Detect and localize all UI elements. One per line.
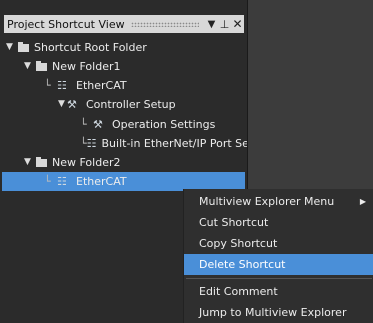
tree-node-folder2[interactable]: ▼ New Folder2 xyxy=(22,153,120,172)
menu-item-label: Multiview Explorer Menu xyxy=(199,195,335,208)
close-icon[interactable]: ✕ xyxy=(231,17,244,31)
tree-elbow: └ xyxy=(80,118,87,131)
menu-item-label: Jump to Multiview Explorer xyxy=(199,306,347,319)
tree-label: New Folder1 xyxy=(52,60,121,73)
drag-grip[interactable] xyxy=(130,21,199,27)
dropdown-arrow-icon[interactable]: ▼ xyxy=(205,19,218,30)
menu-item-jump-to-multiview-explorer[interactable]: Jump to Multiview Explorer xyxy=(184,302,373,323)
expand-arrow-icon[interactable]: ▼ xyxy=(4,38,15,57)
submenu-arrow-icon: ▶ xyxy=(359,197,366,206)
tree-label: EtherCAT xyxy=(76,79,127,92)
menu-item-multiview-explorer-menu[interactable]: Multiview Explorer Menu ▶ xyxy=(184,191,373,212)
tree-node-ethernet-port[interactable]: └ ☷ Built-in EtherNet/IP Port Se xyxy=(80,134,247,153)
menu-item-label: Edit Comment xyxy=(199,285,278,298)
tree-node-folder1-ethercat[interactable]: └ ☷ EtherCAT xyxy=(44,76,127,95)
menu-item-label: Copy Shortcut xyxy=(199,237,278,250)
tree-elbow: └ xyxy=(44,175,51,188)
context-menu: Multiview Explorer Menu ▶ Cut Shortcut C… xyxy=(183,189,373,323)
ethercat-network-icon: ☷ xyxy=(57,175,67,188)
menu-item-edit-comment[interactable]: Edit Comment xyxy=(184,281,373,302)
expand-arrow-icon[interactable]: ▼ xyxy=(22,57,33,76)
folder-icon xyxy=(36,60,47,71)
panel-titlebar[interactable]: Project Shortcut View ▼ ⊥ ✕ xyxy=(4,15,244,33)
expand-arrow-icon[interactable]: ▼ xyxy=(22,153,33,172)
ethercat-network-icon: ☷ xyxy=(57,79,67,92)
expand-arrow-icon[interactable]: ▼ xyxy=(56,95,67,114)
menu-item-delete-shortcut[interactable]: Delete Shortcut xyxy=(184,254,373,275)
tree-node-controller-setup[interactable]: ▼ ⚒ Controller Setup xyxy=(56,95,176,114)
folder-icon xyxy=(18,41,29,52)
tree-label: EtherCAT xyxy=(76,175,127,188)
operation-settings-icon: ⚒ xyxy=(93,118,103,131)
tree-node-folder1[interactable]: ▼ New Folder1 xyxy=(22,57,120,76)
tree-elbow: └ xyxy=(44,79,51,92)
menu-item-label: Delete Shortcut xyxy=(199,258,286,271)
menu-item-label: Cut Shortcut xyxy=(199,216,269,229)
tree-node-operation-settings[interactable]: └ ⚒ Operation Settings xyxy=(80,115,215,134)
folder-icon xyxy=(36,156,47,167)
pin-icon[interactable]: ⊥ xyxy=(218,18,231,31)
tree-label: Operation Settings xyxy=(112,118,216,131)
menu-item-cut-shortcut[interactable]: Cut Shortcut xyxy=(184,212,373,233)
tree-elbow: └ xyxy=(80,137,87,150)
tree-node-root[interactable]: ▼ Shortcut Root Folder xyxy=(4,38,147,57)
tree-label: Built-in EtherNet/IP Port Se xyxy=(101,137,248,150)
menu-separator xyxy=(186,278,372,279)
panel-title: Project Shortcut View xyxy=(7,17,125,31)
tree-label: Controller Setup xyxy=(86,98,176,111)
controller-setup-icon: ⚒ xyxy=(67,98,77,111)
tree-label: New Folder2 xyxy=(52,156,121,169)
menu-item-copy-shortcut[interactable]: Copy Shortcut xyxy=(184,233,373,254)
ethernet-port-icon: ☷ xyxy=(86,137,97,150)
tree-label: Shortcut Root Folder xyxy=(34,41,147,54)
